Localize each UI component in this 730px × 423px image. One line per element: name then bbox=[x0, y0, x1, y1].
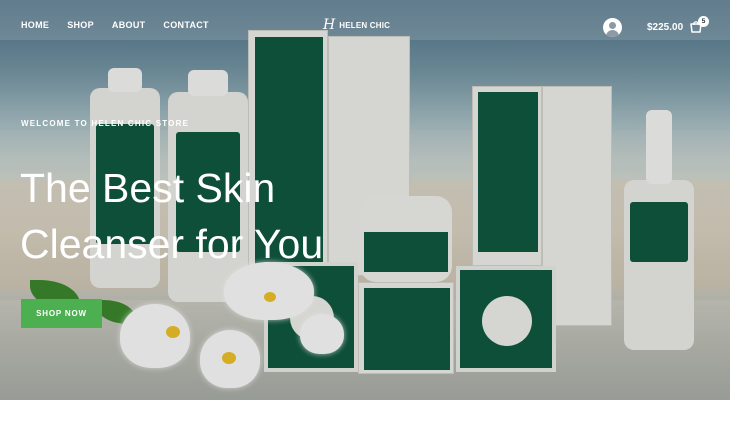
cart-count-badge: 5 bbox=[698, 16, 709, 27]
logo-mark: H bbox=[323, 17, 336, 33]
hero-headline: The Best Skin Cleanser for You bbox=[20, 160, 380, 272]
nav-contact[interactable]: CONTACT bbox=[163, 20, 208, 30]
hero-eyebrow: WELCOME TO HELEN CHIC STORE bbox=[21, 119, 190, 128]
cart-total[interactable]: $225.00 bbox=[647, 22, 683, 33]
logo-text: HELEN CHIC bbox=[339, 20, 391, 30]
nav-home[interactable]: HOME bbox=[21, 20, 49, 30]
hero-headline-line2: Cleanser for You bbox=[20, 221, 324, 267]
nav-shop[interactable]: SHOP bbox=[67, 20, 94, 30]
hero-headline-line1: The Best Skin bbox=[20, 165, 276, 211]
site-logo[interactable]: H HELEN CHIC bbox=[323, 18, 390, 32]
shop-now-button[interactable]: SHOP NOW bbox=[21, 299, 102, 328]
nav-about[interactable]: ABOUT bbox=[112, 20, 146, 30]
account-icon[interactable] bbox=[603, 18, 622, 37]
main-nav: HOME SHOP ABOUT CONTACT bbox=[21, 20, 209, 30]
